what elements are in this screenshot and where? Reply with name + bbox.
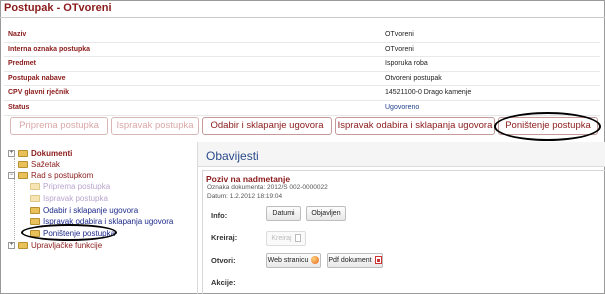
folder-icon <box>30 218 40 225</box>
globe-icon <box>311 256 320 265</box>
pdf-dokument-button[interactable]: Pdf dokument <box>327 253 383 268</box>
tree-item-label: Rad s postupkom <box>31 171 94 180</box>
pdf-button-label: Pdf dokument <box>328 257 372 264</box>
details-row: Postupak nabave Otvoreni postupak <box>4 72 600 87</box>
notice-date: Datum: 1.2.2012 18:19:04 <box>207 193 283 200</box>
tree-item-label: Odabir i sklapanje ugovora <box>43 206 139 215</box>
tab-ispravak-odabira[interactable]: Ispravak odabira i sklapanja ugovora <box>335 117 495 135</box>
expand-icon[interactable]: + <box>8 150 15 157</box>
web-button-label: Web stranicu <box>267 257 309 264</box>
folder-icon <box>18 172 28 179</box>
action-tabs: Priprema postupka Ispravak postupka Odab… <box>10 117 605 136</box>
detail-label: Interna oznaka postupka <box>8 45 91 53</box>
tree-item-label: Sažetak <box>31 160 60 169</box>
datumi-button[interactable]: Datumi <box>266 206 301 221</box>
tab-priprema-postupka[interactable]: Priprema postupka <box>10 117 108 135</box>
tree-item-label: Ispravak odabira i sklapanja ugovora <box>43 217 174 226</box>
folder-icon <box>18 150 28 157</box>
detail-label: CPV glavni rječnik <box>8 89 70 97</box>
detail-value: Isporuka roba <box>385 60 428 68</box>
akcije-label: Akcije: <box>211 278 236 287</box>
objavljen-button[interactable]: Objavljen <box>306 206 346 221</box>
otvori-label: Otvori: <box>211 256 236 265</box>
detail-value: OTvoreni <box>385 45 414 53</box>
tree-item-label: Poništenje postupka <box>43 229 116 238</box>
tab-odabir-sklapanje[interactable]: Odabir i sklapanje ugovora <box>202 117 332 135</box>
tree-guide-line <box>14 158 15 240</box>
folder-icon <box>30 207 40 214</box>
folder-icon <box>18 161 28 168</box>
details-row: Interna oznaka postupka OTvoreni <box>4 43 600 58</box>
kreiraj-button[interactable]: Kreiraj <box>266 231 306 246</box>
detail-value: OTvoreni <box>385 31 414 38</box>
details-row: CPV glavni rječnik 14521100-0 Drago kame… <box>4 86 600 101</box>
folder-icon <box>30 230 40 237</box>
detail-label: Status <box>8 103 30 111</box>
tree-item-label: Ispravak postupka <box>43 194 108 203</box>
expand-icon[interactable]: + <box>8 242 15 249</box>
details-row: Predmet Isporuka roba <box>4 57 600 72</box>
collapse-icon[interactable]: − <box>8 172 15 179</box>
kreiraj-button-label: Kreiraj <box>271 235 292 242</box>
tree-item-label: Dokumenti <box>31 149 73 158</box>
detail-value: Otvoreni postupak <box>385 74 442 82</box>
notice-title: Poziv na nadmetanje <box>206 174 291 184</box>
detail-label: Postupak nabave <box>8 74 66 82</box>
details-row: Naziv OTvoreni <box>4 28 600 43</box>
detail-label: Naziv <box>8 31 27 38</box>
detail-value: 14521100-0 Drago kamenje <box>385 89 472 97</box>
panel-title: Obavijesti <box>206 149 259 163</box>
info-label: Info: <box>211 211 228 220</box>
folder-icon <box>30 195 40 202</box>
pdf-icon <box>374 256 382 265</box>
tree-item-label: Upravljačke funkcije <box>31 241 103 250</box>
detail-label: Predmet <box>8 60 37 68</box>
details-row: Status Ugovoreno <box>4 101 600 116</box>
tree-item-label: Priprema postupka <box>43 182 111 191</box>
title-divider <box>0 17 605 18</box>
kreiraj-label: Kreiraj: <box>211 233 238 242</box>
folder-icon <box>18 242 28 249</box>
tab-ispravak-postupka[interactable]: Ispravak postupka <box>111 117 199 135</box>
tab-ponistenje-postupka[interactable]: Poništenje postupka <box>498 117 598 135</box>
status-value: Ugovoreno <box>385 103 420 111</box>
page-title: Postupak - OTvoreni <box>4 2 112 14</box>
notice-ref: Oznaka dokumenta: 2012/S 002-0000022 <box>207 184 328 191</box>
details-table: Naziv OTvoreni Interna oznaka postupka O… <box>4 28 600 116</box>
panel-header: Obavijesti <box>198 142 605 167</box>
document-icon <box>294 234 301 243</box>
web-stranicu-button[interactable]: Web stranicu <box>266 253 321 268</box>
folder-icon <box>30 183 40 190</box>
